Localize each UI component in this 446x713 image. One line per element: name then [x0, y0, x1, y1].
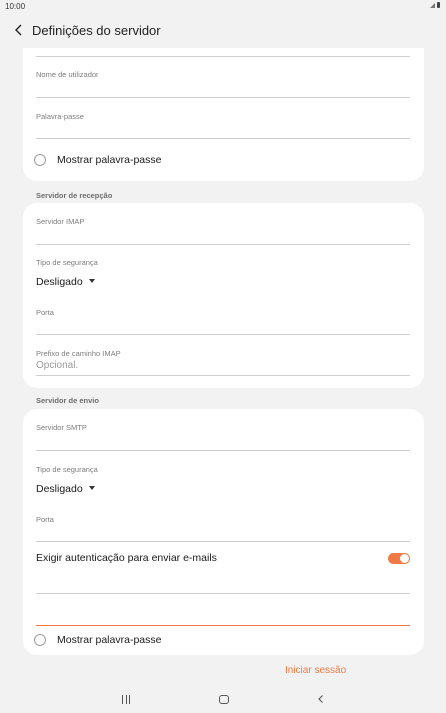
incoming-server-card: Servidor IMAP Tipo de segurança Desligad…: [23, 203, 424, 388]
smtp-server-label: Servidor SMTP: [36, 423, 87, 432]
status-bar: 10:00: [0, 0, 446, 14]
outgoing-section-title: Servidor de envio: [36, 396, 99, 405]
username-underline: [36, 97, 410, 98]
dropdown-arrow-icon: [88, 486, 95, 490]
outgoing-security-label: Tipo de segurança: [36, 465, 98, 474]
outgoing-security-value: Desligado: [36, 483, 83, 495]
auth-username-input[interactable]: [36, 575, 410, 591]
show-password-radio[interactable]: [34, 154, 46, 166]
password-label: Palavra-passe: [36, 112, 84, 121]
incoming-port-label: Porta: [36, 308, 54, 317]
password-underline: [36, 138, 410, 139]
imap-server-underline: [36, 244, 410, 245]
battery-icon: [437, 2, 440, 8]
home-icon[interactable]: [219, 695, 229, 704]
back-arrow-icon[interactable]: [11, 22, 27, 38]
outgoing-server-card: Servidor SMTP Tipo de segurança Desligad…: [23, 409, 424, 655]
auth-username-underline: [36, 593, 410, 594]
imap-prefix-underline: [36, 375, 410, 376]
imap-prefix-input[interactable]: Opcional.: [36, 360, 78, 371]
nav-back-icon[interactable]: [316, 694, 326, 704]
require-auth-label: Exigir autenticação para enviar e-mails: [36, 552, 217, 564]
outgoing-port-underline: [36, 541, 410, 542]
imap-server-label: Servidor IMAP: [36, 217, 85, 226]
outgoing-port-input[interactable]: [36, 525, 410, 541]
incoming-security-dropdown[interactable]: Desligado: [36, 276, 95, 288]
incoming-section-title: Servidor de recepção: [36, 191, 113, 200]
incoming-port-underline: [36, 334, 410, 335]
account-card: Nome de utilizador Palavra-passe Mostrar…: [23, 48, 424, 181]
password-input[interactable]: [36, 122, 410, 138]
username-label: Nome de utilizador: [36, 70, 99, 79]
require-auth-toggle[interactable]: [388, 553, 410, 564]
auth-password-underline: [36, 625, 410, 626]
status-time: 10:00: [5, 2, 26, 11]
page-title: Definições do servidor: [32, 23, 161, 38]
require-auth-row[interactable]: Exigir autenticação para enviar e-mails: [36, 550, 410, 566]
imap-server-input[interactable]: [36, 227, 410, 243]
smtp-server-input[interactable]: [36, 433, 410, 449]
username-input[interactable]: [36, 80, 410, 96]
imap-prefix-label: Prefixo de caminho IMAP: [36, 349, 121, 358]
dropdown-arrow-icon: [88, 279, 95, 283]
show-password-label: Mostrar palavra-passe: [57, 154, 162, 166]
previous-field-underline: [36, 56, 410, 57]
auth-password-input[interactable]: [36, 607, 410, 623]
status-icons: [430, 2, 440, 8]
signal-icon: [430, 3, 435, 8]
system-nav-bar: [0, 688, 446, 713]
incoming-port-input[interactable]: [36, 318, 410, 334]
outgoing-show-password-checkbox[interactable]: Mostrar palavra-passe: [34, 632, 161, 648]
outgoing-security-dropdown[interactable]: Desligado: [36, 483, 95, 495]
smtp-server-underline: [36, 450, 410, 451]
show-password-checkbox[interactable]: Mostrar palavra-passe: [34, 152, 161, 168]
outgoing-show-password-label: Mostrar palavra-passe: [57, 634, 162, 646]
recents-icon[interactable]: [122, 695, 130, 704]
outgoing-show-password-radio[interactable]: [34, 634, 46, 646]
incoming-security-label: Tipo de segurança: [36, 258, 98, 267]
incoming-security-value: Desligado: [36, 276, 83, 288]
sign-in-button[interactable]: Iniciar sessão: [285, 665, 346, 676]
app-bar: Definições do servidor: [0, 16, 446, 46]
outgoing-port-label: Porta: [36, 515, 54, 524]
toggle-knob: [400, 554, 409, 563]
